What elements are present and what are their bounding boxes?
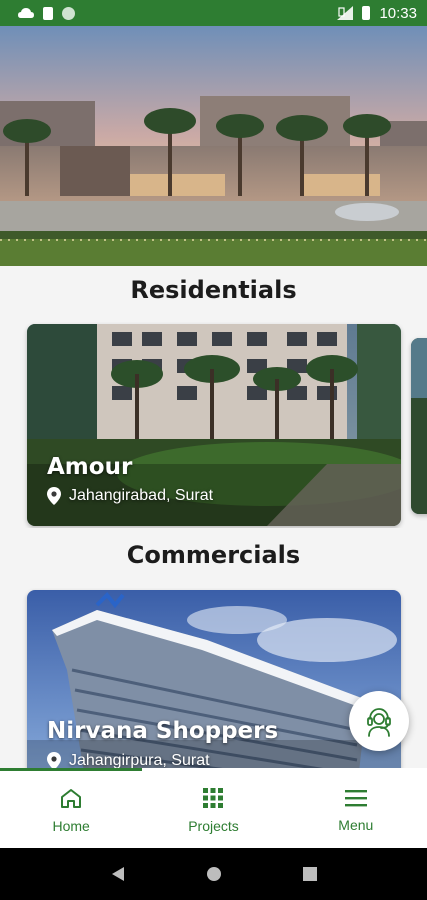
nav-label-projects: Projects — [188, 818, 239, 834]
nav-item-menu[interactable]: Menu — [285, 768, 427, 848]
status-time: 10:33 — [379, 4, 417, 22]
section-title-residentials: Residentials — [130, 276, 297, 304]
card-location-text: Jahangirpura, Surat — [69, 752, 210, 768]
recents-square-icon[interactable] — [302, 867, 317, 881]
nav-label-home: Home — [52, 818, 90, 834]
signal-icon — [337, 6, 354, 20]
home-circle-icon[interactable] — [206, 866, 222, 882]
nav-item-home[interactable]: Home — [0, 768, 142, 848]
card-location-text: Jahangirabad, Surat — [69, 487, 214, 504]
support-fab-button[interactable] — [349, 691, 409, 751]
status-bar: 10:33 — [0, 0, 427, 26]
next-project-image — [411, 338, 427, 514]
nav-label-menu: Menu — [338, 817, 374, 833]
hero-banner — [0, 26, 427, 266]
menu-icon — [344, 790, 367, 807]
project-card-nirvana-shoppers[interactable]: Nirvana Shoppers Jahangirpura, Surat — [27, 590, 401, 768]
villa-banner-image — [0, 26, 427, 266]
section-title-commercials: Commercials — [126, 541, 301, 569]
cloud-icon — [18, 8, 34, 18]
card-location: Jahangirabad, Surat — [47, 487, 213, 505]
circle-icon — [62, 6, 75, 20]
bottom-navigation: Home Projects Menu — [0, 768, 427, 848]
grid-icon — [203, 788, 224, 808]
card-title: Amour — [47, 454, 133, 480]
location-pin-icon — [47, 487, 61, 505]
location-pin-icon — [47, 752, 61, 768]
project-card-amour[interactable]: Amour Jahangirabad, Surat — [27, 324, 401, 526]
sim-icon — [43, 6, 53, 20]
residentials-carousel[interactable]: Amour Jahangirabad, Surat — [0, 322, 427, 528]
project-card-next-peek[interactable] — [411, 338, 427, 514]
back-icon[interactable] — [111, 866, 125, 882]
nav-item-projects[interactable]: Projects — [142, 768, 284, 848]
system-navigation-bar — [0, 848, 427, 900]
nav-active-indicator — [0, 768, 142, 771]
card-title: Nirvana Shoppers — [47, 718, 279, 744]
battery-icon — [362, 6, 371, 20]
app-screen: 10:33 Residentials Amour Jahangirabad, S… — [0, 0, 427, 900]
card-location: Jahangirpura, Surat — [47, 752, 210, 768]
home-icon — [61, 789, 82, 808]
support-agent-icon — [367, 708, 391, 737]
